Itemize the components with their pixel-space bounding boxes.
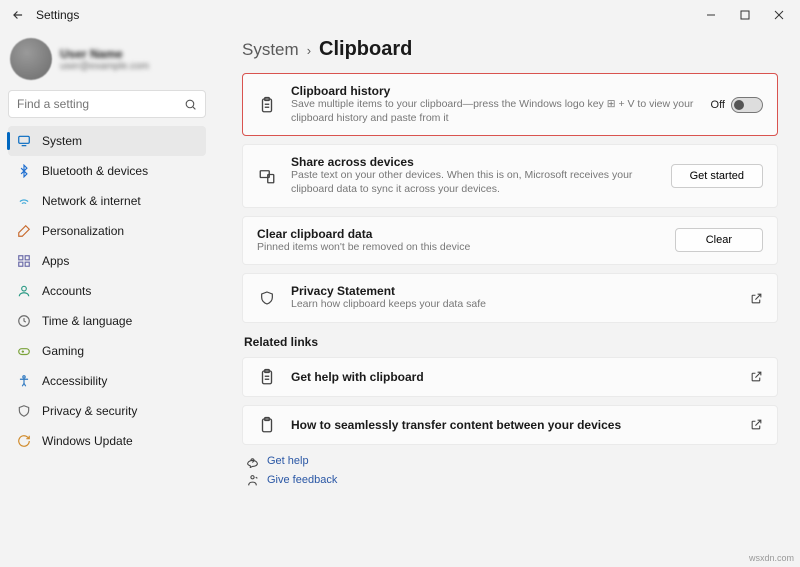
card-title: Clear clipboard data — [257, 227, 661, 241]
privacy-shield-icon — [257, 290, 277, 306]
history-toggle[interactable]: Off — [711, 97, 763, 113]
feedback-icon — [246, 474, 259, 487]
card-title: Clipboard history — [291, 84, 697, 98]
sidebar-item-label: Time & language — [42, 314, 132, 328]
minimize-button[interactable] — [694, 1, 728, 29]
get-help-link[interactable]: Get help — [246, 455, 778, 468]
apps-icon — [16, 253, 32, 269]
sidebar-item-label: Windows Update — [42, 434, 133, 448]
help-icon — [246, 455, 259, 468]
card-transfer-content[interactable]: How to seamlessly transfer content betwe… — [242, 405, 778, 445]
clipboard-icon — [257, 96, 277, 114]
brush-icon — [16, 223, 32, 239]
card-title: Get help with clipboard — [291, 370, 736, 384]
sidebar-item-label: Gaming — [42, 344, 84, 358]
card-desc: Save multiple items to your clipboard—pr… — [291, 98, 697, 125]
sidebar-item-label: Privacy & security — [42, 404, 137, 418]
card-clear-clipboard: Clear clipboard data Pinned items won't … — [242, 216, 778, 266]
avatar — [10, 38, 52, 80]
sidebar-item-label: Network & internet — [42, 194, 141, 208]
card-help-clipboard[interactable]: Get help with clipboard — [242, 357, 778, 397]
breadcrumb-parent[interactable]: System — [242, 40, 299, 60]
sidebar-item-label: Bluetooth & devices — [42, 164, 148, 178]
card-privacy-statement[interactable]: Privacy Statement Learn how clipboard ke… — [242, 273, 778, 323]
external-link-icon — [750, 370, 763, 383]
toggle-track — [731, 97, 763, 113]
sidebar-item-label: Accessibility — [42, 374, 107, 388]
card-desc: Learn how clipboard keeps your data safe — [291, 298, 736, 312]
get-started-button[interactable]: Get started — [671, 164, 763, 188]
sidebar-item-personalization[interactable]: Personalization — [8, 216, 206, 246]
search-input[interactable] — [17, 97, 184, 111]
sidebar-item-gaming[interactable]: Gaming — [8, 336, 206, 366]
card-title: Share across devices — [291, 155, 657, 169]
back-button[interactable] — [4, 1, 32, 29]
link-label: Get help — [267, 455, 309, 467]
sidebar-item-label: Apps — [42, 254, 69, 268]
card-clipboard-history: Clipboard history Save multiple items to… — [242, 73, 778, 136]
system-icon — [16, 133, 32, 149]
wifi-icon — [16, 193, 32, 209]
sidebar-item-network[interactable]: Network & internet — [8, 186, 206, 216]
card-desc: Paste text on your other devices. When t… — [291, 169, 657, 196]
search-box[interactable] — [8, 90, 206, 118]
external-link-icon — [750, 292, 763, 305]
user-block[interactable]: User Name user@example.com — [8, 34, 206, 90]
accessibility-icon — [16, 373, 32, 389]
user-email: user@example.com — [60, 61, 149, 72]
bluetooth-icon — [16, 163, 32, 179]
toggle-label: Off — [711, 99, 725, 111]
sidebar-item-bluetooth[interactable]: Bluetooth & devices — [8, 156, 206, 186]
sidebar-item-time[interactable]: Time & language — [8, 306, 206, 336]
shield-icon — [16, 403, 32, 419]
user-name: User Name — [60, 47, 149, 61]
sidebar-item-system[interactable]: System — [8, 126, 206, 156]
search-icon — [184, 98, 197, 111]
update-icon — [16, 433, 32, 449]
sidebar-item-accounts[interactable]: Accounts — [8, 276, 206, 306]
sidebar-item-label: Accounts — [42, 284, 91, 298]
sidebar-item-label: System — [42, 134, 82, 148]
clipboard-empty-icon — [257, 416, 277, 434]
card-share-devices: Share across devices Paste text on your … — [242, 144, 778, 207]
give-feedback-link[interactable]: Give feedback — [246, 474, 778, 487]
user-icon — [16, 283, 32, 299]
card-title: How to seamlessly transfer content betwe… — [291, 418, 736, 432]
card-desc: Pinned items won't be removed on this de… — [257, 241, 661, 255]
sidebar-item-update[interactable]: Windows Update — [8, 426, 206, 456]
close-button[interactable] — [762, 1, 796, 29]
breadcrumb-current: Clipboard — [319, 38, 412, 61]
maximize-button[interactable] — [728, 1, 762, 29]
sidebar-item-accessibility[interactable]: Accessibility — [8, 366, 206, 396]
clock-icon — [16, 313, 32, 329]
clipboard-icon — [257, 368, 277, 386]
related-links-heading: Related links — [244, 335, 778, 349]
breadcrumb: System › Clipboard — [242, 38, 778, 61]
external-link-icon — [750, 418, 763, 431]
sidebar-item-label: Personalization — [42, 224, 124, 238]
sidebar-item-privacy[interactable]: Privacy & security — [8, 396, 206, 426]
sidebar-item-apps[interactable]: Apps — [8, 246, 206, 276]
devices-icon — [257, 167, 277, 185]
watermark: wsxdn.com — [749, 553, 794, 563]
clear-button[interactable]: Clear — [675, 228, 763, 252]
window-title: Settings — [36, 8, 79, 22]
link-label: Give feedback — [267, 474, 337, 486]
gaming-icon — [16, 343, 32, 359]
chevron-right-icon: › — [307, 43, 311, 58]
card-title: Privacy Statement — [291, 284, 736, 298]
